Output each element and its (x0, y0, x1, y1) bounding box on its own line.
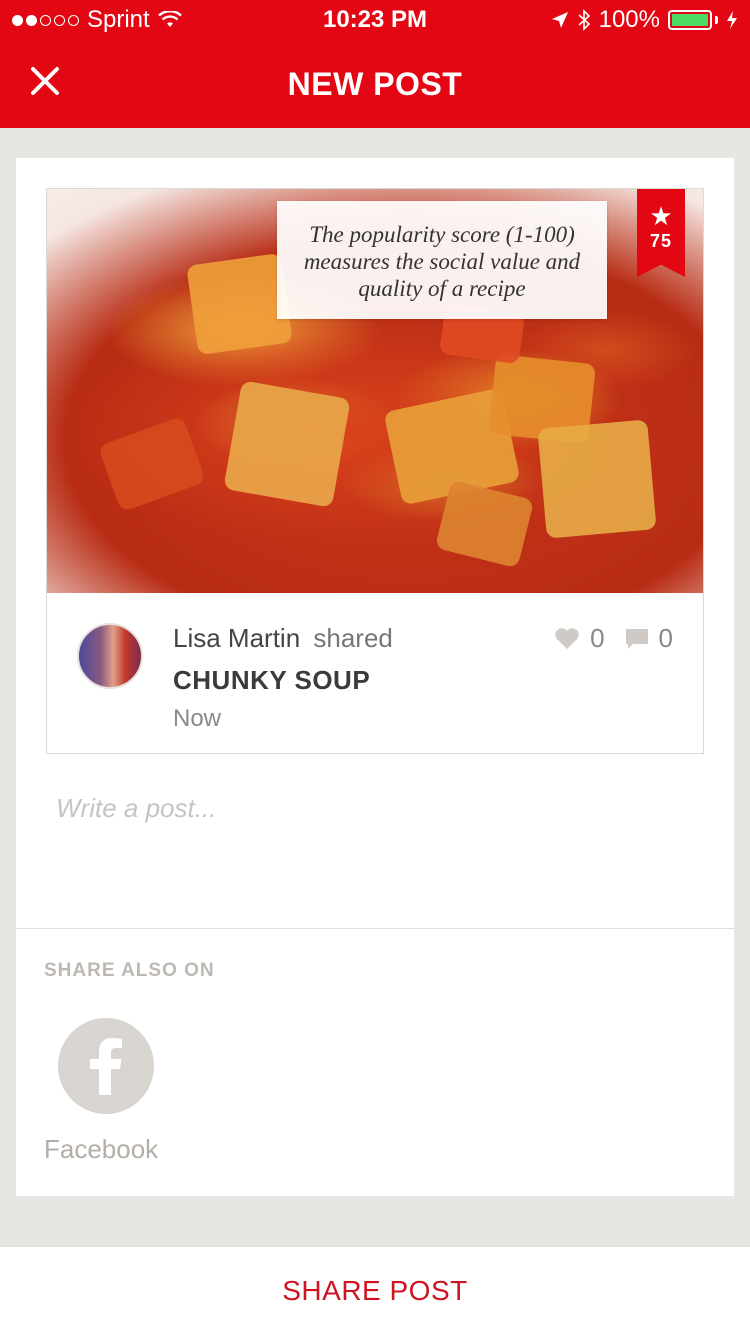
popularity-tooltip: The popularity score (1-100) measures th… (277, 201, 607, 319)
recipe-stats: 0 0 (554, 623, 673, 654)
bluetooth-icon (578, 9, 590, 31)
author-action: shared (313, 623, 393, 653)
status-time: 10:23 PM (322, 6, 428, 33)
share-post-label: SHARE POST (282, 1274, 468, 1306)
recipe-preview-card[interactable]: The popularity score (1-100) measures th… (46, 188, 704, 754)
popularity-score-badge: ★ 75 (637, 189, 685, 277)
likes-stat: 0 (554, 623, 605, 654)
battery-icon (668, 10, 718, 30)
divider (16, 928, 734, 929)
author-name: Lisa Martin (173, 623, 301, 653)
status-bar: Sprint 10:23 PM 100% (0, 0, 750, 40)
recipe-photo: The popularity score (1-100) measures th… (47, 189, 703, 593)
comment-icon (625, 628, 648, 649)
likes-count: 0 (590, 623, 605, 653)
comments-count: 0 (658, 623, 673, 653)
new-post-card: The popularity score (1-100) measures th… (16, 158, 734, 1196)
share-post-button[interactable]: SHARE POST (0, 1246, 750, 1334)
avatar (77, 623, 143, 689)
close-icon[interactable] (28, 64, 62, 98)
location-arrow-icon (551, 12, 568, 28)
status-left: Sprint (12, 6, 182, 34)
popularity-score: 75 (649, 231, 673, 251)
share-also-label: SHARE ALSO ON (44, 960, 215, 981)
recipe-title: CHUNKY SOUP (173, 665, 371, 695)
post-time: Now (173, 705, 222, 732)
page-title: NEW POST (287, 65, 463, 102)
nav-bar: NEW POST (0, 40, 750, 128)
facebook-label: Facebook (44, 1134, 159, 1164)
status-right: 100% (551, 6, 738, 34)
battery-fill (672, 14, 708, 26)
comments-stat: 0 (625, 623, 673, 654)
facebook-icon (90, 1038, 122, 1095)
battery-percent: 100% (598, 6, 660, 33)
facebook-share-toggle[interactable] (58, 1018, 154, 1114)
star-icon: ★ (649, 201, 673, 231)
carrier-label: Sprint (87, 6, 150, 33)
signal-dots-icon (12, 14, 79, 26)
recipe-meta: Lisa Martin shared CHUNKY SOUP Now 0 0 (47, 593, 703, 753)
wifi-icon (157, 11, 182, 27)
heart-icon (555, 628, 579, 649)
post-input[interactable] (56, 778, 696, 838)
charging-bolt-icon (727, 11, 737, 29)
author-line: Lisa Martin shared (173, 623, 393, 654)
